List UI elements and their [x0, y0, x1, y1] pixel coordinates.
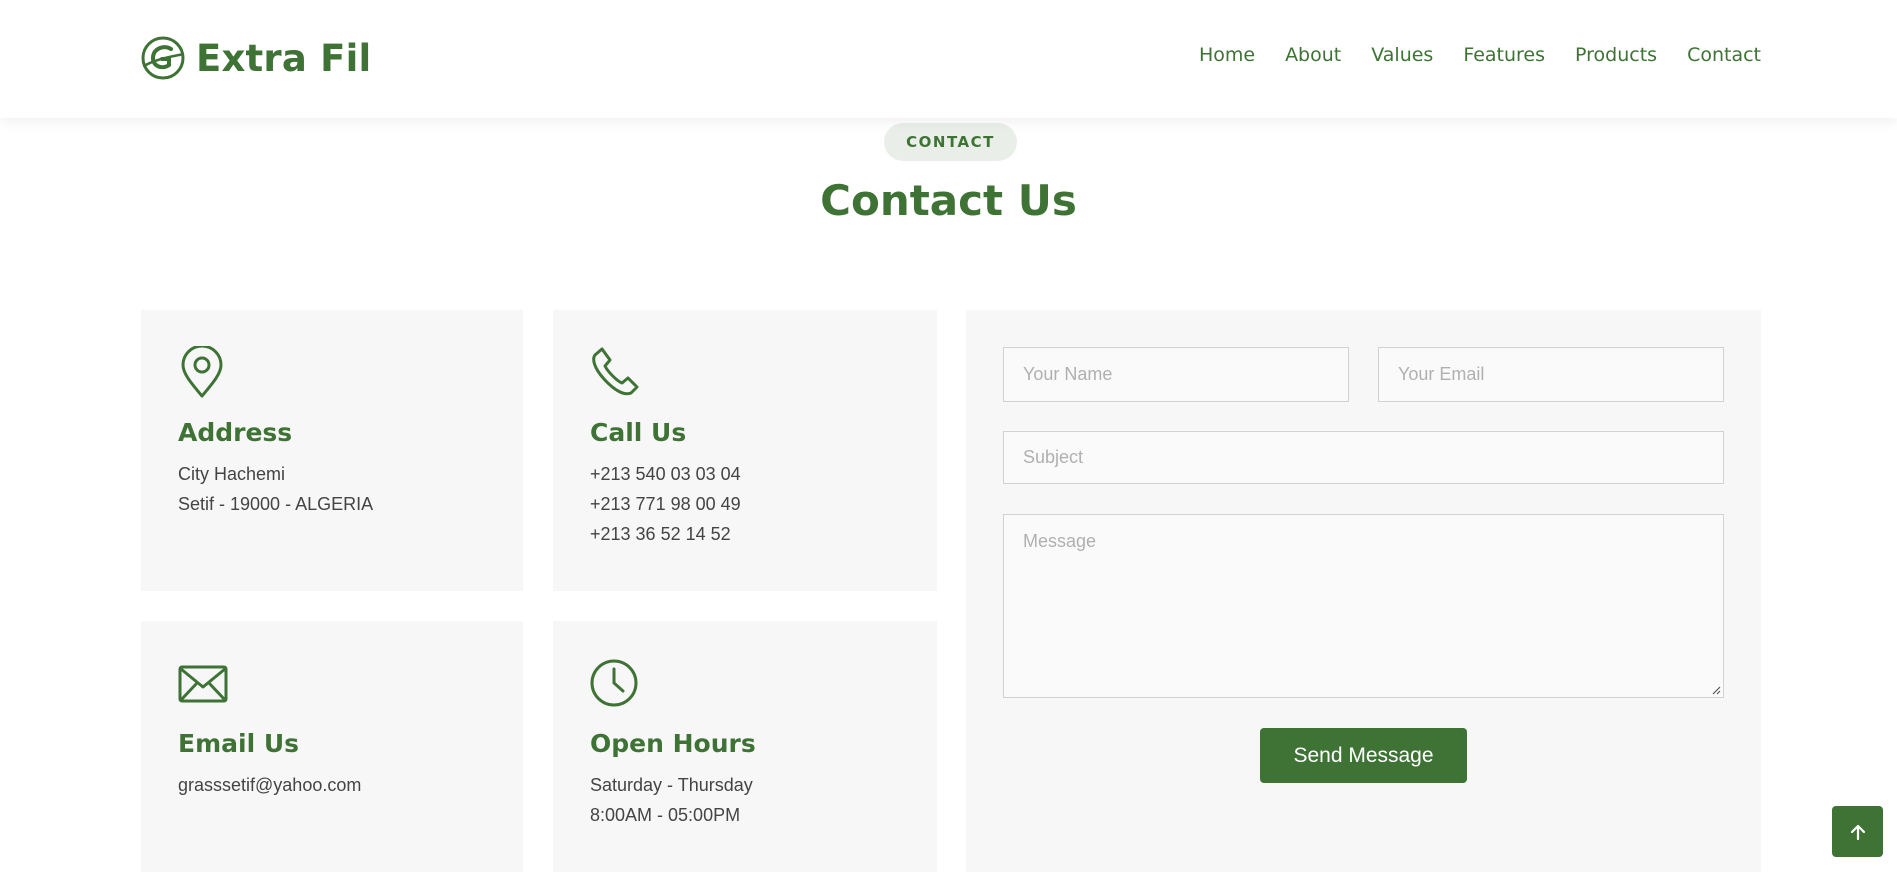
hours-title: Open Hours — [590, 729, 756, 758]
section-tag: CONTACT — [884, 123, 1017, 161]
hours-days: Saturday - Thursday — [590, 775, 753, 795]
brand-name: Extra Fil — [196, 36, 372, 80]
map-pin-icon — [181, 346, 223, 398]
address-line: City Hachemi — [178, 464, 286, 484]
call-card: Call Us +213 540 03 03 04 +213 771 98 00… — [553, 310, 937, 591]
address-card: Address City Hachemi Setif - 19000 - ALG… — [141, 310, 523, 591]
hours-card: Open Hours Saturday - Thursday 8:00AM - … — [553, 621, 937, 872]
phone-number: +213 771 98 00 49 — [590, 494, 741, 514]
address-title: Address — [178, 418, 293, 447]
logo-icon — [141, 36, 185, 80]
logo[interactable]: Extra Fil — [140, 34, 371, 82]
message-field[interactable]: Message — [1003, 514, 1724, 698]
back-to-top-button[interactable] — [1832, 806, 1883, 857]
arrow-up-icon — [1850, 824, 1865, 840]
nav-home[interactable]: Home — [1199, 44, 1255, 66]
nav-contact[interactable]: Contact — [1687, 44, 1761, 66]
nav-features[interactable]: Features — [1463, 44, 1545, 66]
subject-field[interactable]: Subject — [1003, 431, 1724, 484]
resize-handle-icon[interactable] — [1711, 685, 1721, 695]
main-nav: Home About Values Features Products Cont… — [1199, 44, 1761, 66]
message-placeholder: Message — [1023, 531, 1097, 551]
phone-number: +213 36 52 14 52 — [590, 524, 731, 544]
email-card: Email Us grasssetif@yahoo.com — [141, 621, 523, 872]
nav-products[interactable]: Products — [1575, 44, 1657, 66]
clock-icon — [590, 659, 638, 707]
nav-about[interactable]: About — [1285, 44, 1341, 66]
page-title: Contact Us — [820, 176, 1077, 225]
address-line: Setif - 19000 - ALGERIA — [178, 494, 374, 514]
phone-number: +213 540 03 03 04 — [590, 464, 741, 484]
phone-icon — [592, 347, 639, 396]
nav-values[interactable]: Values — [1371, 44, 1433, 66]
contact-form: Your Name Your Email Subject Message Sen… — [966, 310, 1761, 872]
email-title: Email Us — [178, 729, 300, 758]
email-field[interactable]: Your Email — [1378, 347, 1724, 402]
site-header: Extra Fil Home About Values Features Pro… — [0, 0, 1897, 118]
email-address[interactable]: grasssetif@yahoo.com — [178, 770, 486, 800]
send-message-button[interactable]: Send Message — [1260, 728, 1467, 783]
envelope-icon — [178, 665, 228, 703]
hours-time: 8:00AM - 05:00PM — [590, 805, 741, 825]
name-field[interactable]: Your Name — [1003, 347, 1349, 402]
call-title: Call Us — [590, 418, 687, 447]
